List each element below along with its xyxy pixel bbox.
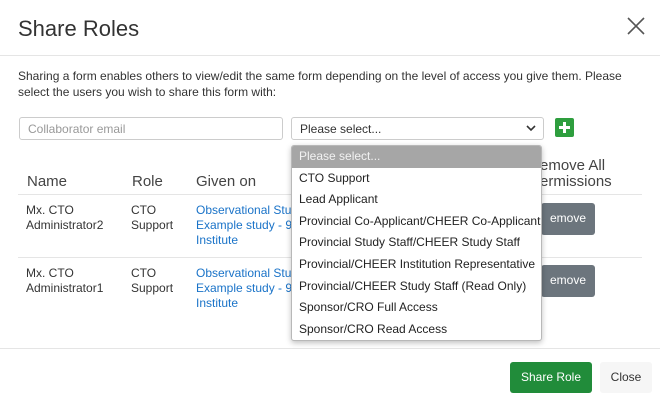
row-role: CTO Support [131,203,174,232]
role-dropdown-menu: Please select... CTO Support Lead Applic… [291,145,542,341]
add-collaborator-button[interactable] [555,118,574,137]
dropdown-option-institution-representative[interactable]: Provincial/CHEER Institution Representat… [292,254,541,276]
header-name: Name [27,173,68,190]
role-select-value: Please select... [300,122,382,136]
dropdown-option-cto-support[interactable]: CTO Support [292,168,541,190]
dropdown-option-provincial-co-applicant[interactable]: Provincial Co-Applicant/CHEER Co-Applica… [292,211,541,233]
share-role-button[interactable]: Share Role [510,362,592,393]
dropdown-option-sponsor-full-access[interactable]: Sponsor/CRO Full Access [292,297,541,319]
row-name: Mx. CTO Administrator1 [26,266,104,295]
collaborator-email-input[interactable] [19,117,283,140]
dropdown-option-sponsor-read-access[interactable]: Sponsor/CRO Read Access [292,319,541,340]
remove-all-line2: ermissions [540,173,612,190]
header-given-on: Given on [196,173,257,190]
remove-button[interactable]: emove [541,265,595,297]
share-roles-modal: Share Roles Sharing a form enables other… [0,0,660,394]
modal-title: Share Roles [18,16,140,41]
dropdown-option-provincial-study-staff[interactable]: Provincial Study Staff/CHEER Study Staff [292,232,541,254]
role-select[interactable]: Please select... [291,117,544,140]
dropdown-option-lead-applicant[interactable]: Lead Applicant [292,189,541,211]
remove-button[interactable]: emove [541,203,595,235]
remove-all-permissions-button[interactable]: emove All ermissions [540,158,630,190]
dropdown-option-placeholder: Please select... [292,146,541,168]
close-button[interactable]: Close [600,362,652,393]
row-given-on-link[interactable]: Observational Stuc Example study - 90 In… [196,203,291,248]
remove-all-line1: emove All [540,157,606,174]
close-icon[interactable] [626,16,650,40]
modal-footer: Share Role Close [0,348,660,394]
dropdown-option-study-staff-read-only[interactable]: Provincial/CHEER Study Staff (Read Only) [292,276,541,298]
header-role: Role [132,173,163,190]
modal-header: Share Roles [0,0,660,56]
row-role: CTO Support [131,266,174,295]
row-given-on-link[interactable]: Observational Stuc Example study - 90 In… [196,266,291,311]
row-name: Mx. CTO Administrator2 [26,203,104,232]
intro-text: Sharing a form enables others to view/ed… [18,69,622,99]
chevron-down-icon [526,125,536,132]
